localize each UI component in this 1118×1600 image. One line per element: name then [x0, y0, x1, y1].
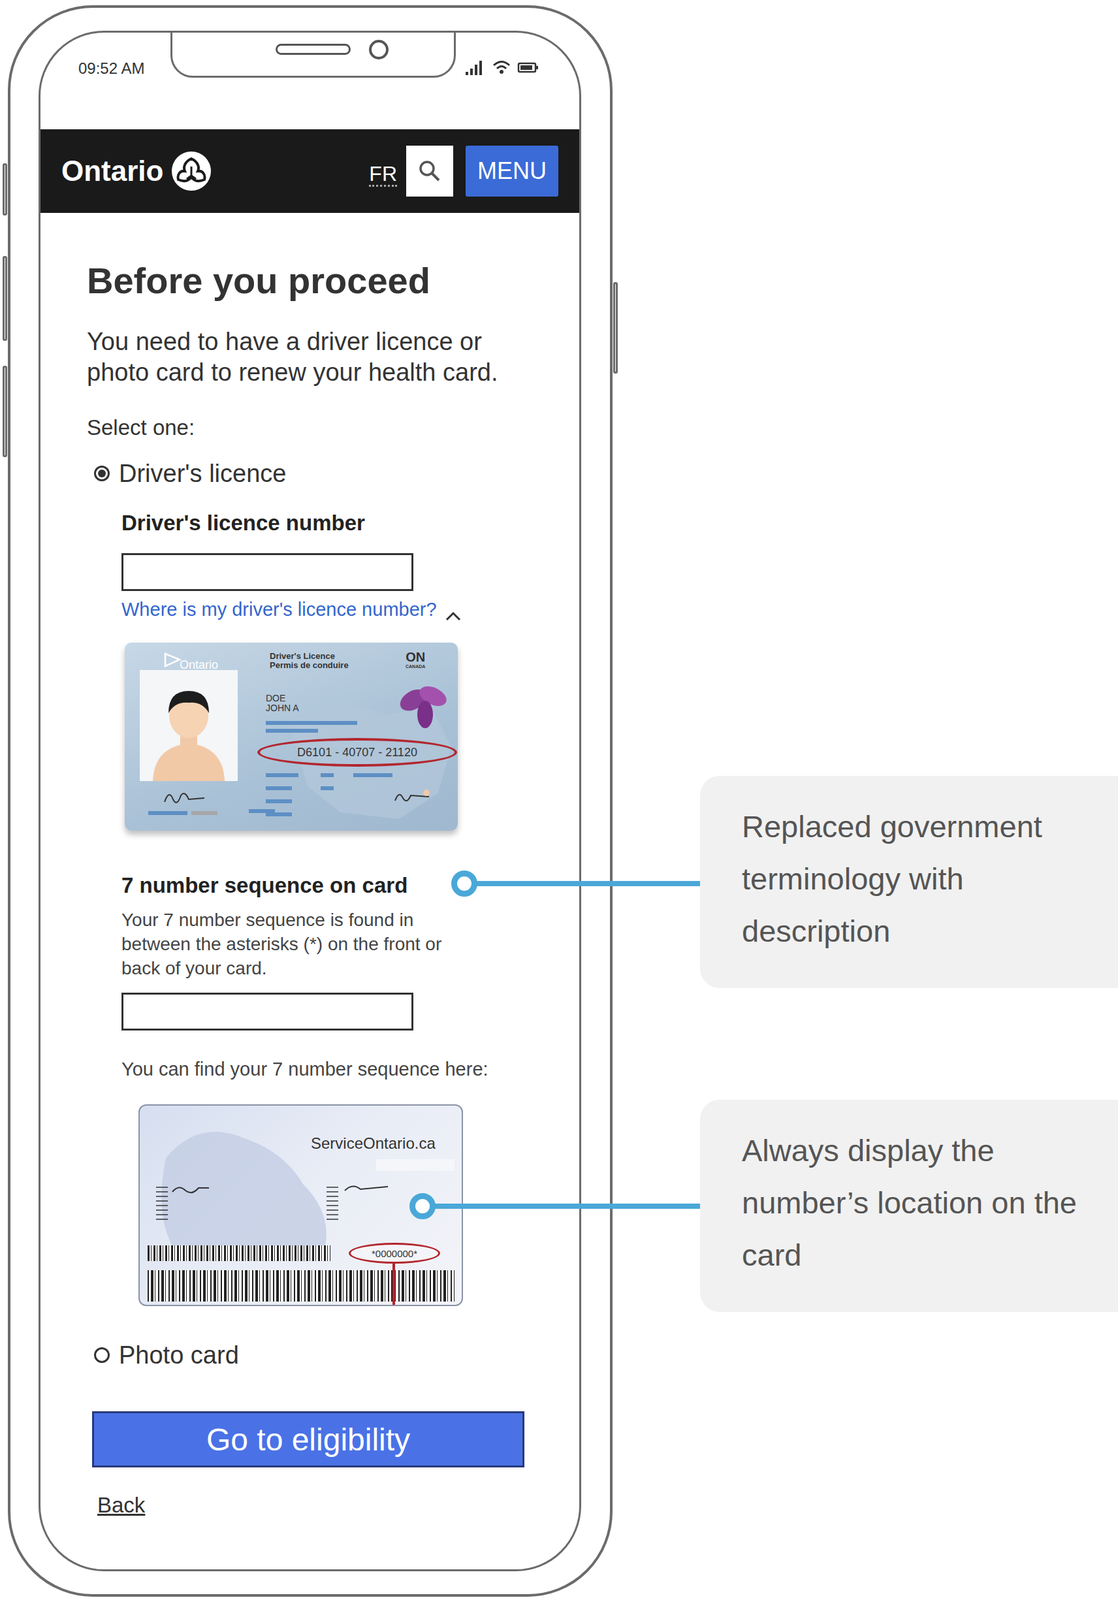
- field-label: Driver's licence number: [121, 510, 554, 537]
- card-line: [148, 811, 188, 815]
- card-line: [265, 799, 292, 804]
- wifi-icon: [491, 58, 512, 76]
- phone-screen: 09:52 AM Ontario FR MENU Before you proceed Y…: [38, 30, 582, 1572]
- card-title-block: Driver's LicencePermis de conduire: [269, 651, 349, 671]
- card-line: [320, 773, 334, 778]
- licence-details: Driver's licence number Where is my drive…: [121, 510, 554, 1307]
- annotation-dot: [409, 1193, 436, 1220]
- signature-icon: [392, 787, 432, 806]
- page-content: Before you proceed You need to have a dri…: [40, 258, 580, 1519]
- ontario-logo[interactable]: Ontario: [61, 150, 212, 192]
- card-line: [320, 786, 334, 791]
- power-button: [613, 282, 618, 374]
- card-province: Ontario: [179, 658, 219, 672]
- card-code-block: ONCANADA: [405, 650, 426, 670]
- ontario-mark-icon: [162, 651, 183, 669]
- trillium-flower-icon: [395, 680, 452, 729]
- language-toggle[interactable]: FR: [368, 162, 398, 187]
- pattern-icon: [154, 1183, 172, 1224]
- option-label: Photo card: [118, 1340, 240, 1371]
- card-name: DOEJOHN A: [265, 693, 300, 714]
- radio-dot: [97, 469, 106, 478]
- pattern-icon: [324, 1183, 342, 1224]
- radio-option[interactable]: Driver's licence: [94, 458, 554, 489]
- sequence-hint: You can find your 7 number sequence here…: [121, 1057, 554, 1081]
- notch: [170, 30, 456, 78]
- select-label: Select one:: [86, 414, 554, 441]
- card-given-names: JOHN A: [265, 703, 300, 714]
- back-link[interactable]: Back: [97, 1492, 554, 1519]
- card-white-bar: [376, 1159, 455, 1171]
- help-link-text: Where is my driver's licence number?: [121, 597, 437, 622]
- card-country: CANADA: [405, 663, 426, 670]
- card-number: D6101 - 40707 - 21120: [257, 737, 458, 767]
- annotation-callout: Always display the number’s location on …: [700, 1099, 1118, 1312]
- side-button: [2, 163, 8, 216]
- radio-button[interactable]: [94, 1347, 110, 1363]
- intro-text: You need to have a driver licence or pho…: [86, 326, 544, 388]
- card-subtitle: Permis de conduire: [269, 660, 349, 671]
- portrait-icon: [139, 670, 238, 782]
- card-line: [265, 720, 358, 725]
- radio-option[interactable]: Photo card: [94, 1340, 554, 1371]
- status-icons: [464, 58, 541, 76]
- menu-button[interactable]: MENU: [465, 145, 559, 197]
- phone-frame: 09:52 AM Ontario FR MENU Before you proceed Y…: [7, 5, 613, 1597]
- card-line: [353, 773, 393, 778]
- speaker-icon: [275, 43, 351, 55]
- option-label: Driver's licence: [118, 458, 287, 489]
- annotation-connector: [464, 880, 701, 887]
- card-line: [265, 786, 292, 791]
- camera-icon: [368, 39, 389, 60]
- field-description: Your 7 number sequence is found in betwe…: [121, 907, 475, 981]
- barcode: [147, 1245, 331, 1262]
- squiggle-icon: [171, 1182, 211, 1196]
- card-title: Driver's Licence: [269, 651, 349, 661]
- card-line: [265, 728, 319, 733]
- radio-button[interactable]: [94, 465, 110, 482]
- annotation-callout: Replaced government terminology with des…: [700, 775, 1118, 989]
- side-button: [2, 365, 8, 458]
- side-button: [2, 255, 8, 341]
- licence-number-input[interactable]: [121, 553, 414, 591]
- card-line: [265, 773, 299, 778]
- barcode: [147, 1270, 455, 1302]
- logo-text: Ontario: [61, 154, 164, 188]
- card-website: ServiceOntario.ca: [310, 1134, 436, 1153]
- status-time: 09:52 AM: [78, 58, 145, 79]
- magnifier-icon: [417, 159, 442, 183]
- sequence-input[interactable]: [121, 992, 414, 1031]
- squiggle-icon: [343, 1181, 390, 1195]
- signal-icon: [464, 58, 487, 76]
- signature-icon: [161, 787, 208, 808]
- annotation-text: Replaced government terminology with des…: [741, 800, 1098, 958]
- help-link[interactable]: Where is my driver's licence number?: [121, 597, 554, 622]
- annotation-connector: [422, 1203, 701, 1209]
- trillium-logo-icon: [171, 150, 212, 192]
- annotation-text: Always display the number’s location on …: [741, 1124, 1098, 1282]
- battery-icon: [516, 58, 541, 76]
- card-surname: DOE: [265, 693, 300, 704]
- annotation-dot: [451, 870, 478, 897]
- chevron-icon: [444, 603, 462, 616]
- site-header: Ontario FR MENU: [40, 129, 580, 213]
- card-line: [265, 812, 292, 817]
- eligibility-button[interactable]: Go to eligibility: [92, 1411, 525, 1468]
- card-sequence: *0000000*: [348, 1242, 441, 1264]
- search-button[interactable]: [406, 145, 454, 197]
- card-line: [191, 811, 218, 815]
- licence-card-illustration: Ontario Driver's LicencePermis de conduir…: [124, 642, 458, 831]
- card-code: ON: [405, 650, 426, 664]
- pointer-line: [392, 1262, 396, 1307]
- page-title: Before you proceed: [86, 258, 554, 303]
